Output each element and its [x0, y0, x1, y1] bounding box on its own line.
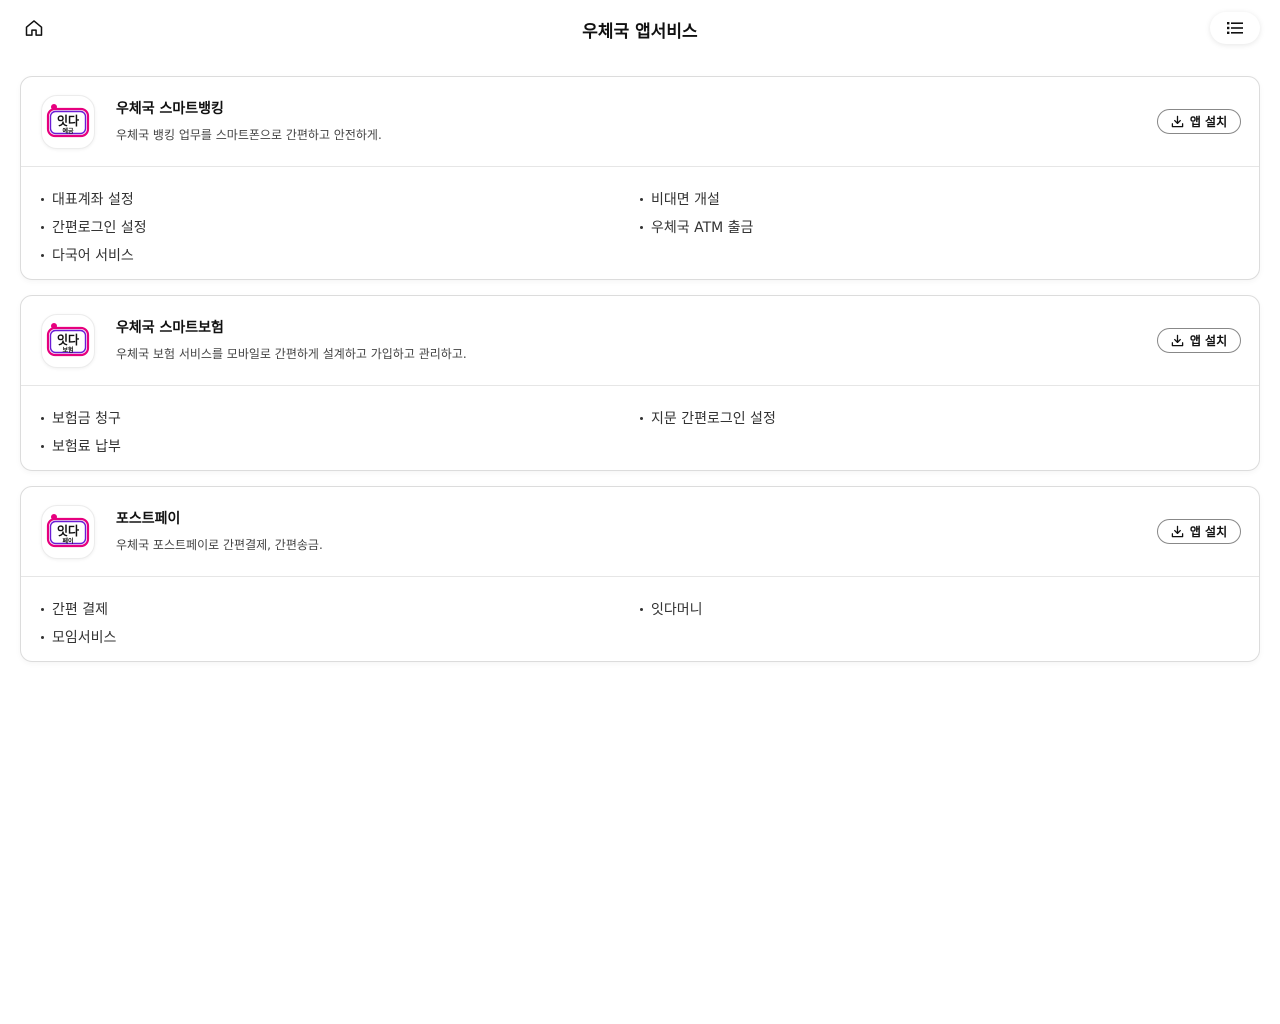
feature-list: 대표계좌 설정 비대면 개설 간편로그인 설정 우체국 ATM 출금 다국어 서…	[21, 167, 1259, 279]
install-button-label: 앱 설치	[1189, 115, 1228, 129]
app-card-list: 잇다 예금 우체국 스마트뱅킹 우체국 뱅킹 업무를 스마트폰으로 간편하고 안…	[20, 76, 1260, 677]
bullet-icon	[640, 416, 643, 420]
bullet-icon	[41, 197, 44, 201]
menu-button[interactable]	[1210, 12, 1260, 44]
feature-item[interactable]: 비대면 개설	[640, 185, 1239, 213]
install-app-button[interactable]: 앱 설치	[1157, 109, 1241, 134]
app-name: 우체국 스마트보험	[116, 320, 224, 336]
svg-text:잇다: 잇다	[57, 332, 79, 347]
bullet-icon	[41, 607, 44, 611]
svg-text:잇다: 잇다	[57, 113, 79, 128]
download-icon	[1171, 334, 1184, 347]
page-title: 우체국 앱서비스	[582, 22, 698, 42]
bullet-icon	[41, 635, 44, 639]
feature-item[interactable]: 보험료 납부	[41, 432, 640, 460]
app-card-postpay: 잇다 페이 포스트페이 우체국 포스트페이로 간편결제, 간편송금. 앱 설치 …	[20, 486, 1260, 662]
bullet-icon	[41, 416, 44, 420]
feature-list: 간편 결제 잇다머니 모임서비스	[21, 577, 1259, 661]
svg-text:보험: 보험	[62, 346, 73, 354]
itda-pay-app-icon: 잇다 페이	[41, 505, 95, 559]
app-description: 우체국 포스트페이로 간편결제, 간편송금.	[116, 538, 323, 552]
feature-item[interactable]: 간편 결제	[41, 595, 640, 623]
feature-item[interactable]: 지문 간편로그인 설정	[640, 404, 1239, 432]
app-card-header: 잇다 페이 포스트페이 우체국 포스트페이로 간편결제, 간편송금. 앱 설치	[21, 487, 1259, 577]
svg-text:잇다: 잇다	[57, 523, 79, 538]
feature-item[interactable]: 다국어 서비스	[41, 241, 640, 269]
bullet-icon	[640, 225, 643, 229]
app-name: 포스트페이	[116, 511, 181, 527]
feature-item[interactable]: 우체국 ATM 출금	[640, 213, 1239, 241]
feature-item[interactable]: 대표계좌 설정	[41, 185, 640, 213]
app-card-header: 잇다 예금 우체국 스마트뱅킹 우체국 뱅킹 업무를 스마트폰으로 간편하고 안…	[21, 77, 1259, 167]
install-button-label: 앱 설치	[1189, 525, 1228, 539]
bullet-icon	[41, 225, 44, 229]
app-name: 우체국 스마트뱅킹	[116, 101, 224, 117]
feature-item[interactable]: 잇다머니	[640, 595, 1239, 623]
app-card-smart-banking: 잇다 예금 우체국 스마트뱅킹 우체국 뱅킹 업무를 스마트폰으로 간편하고 안…	[20, 76, 1260, 280]
svg-text:페이: 페이	[62, 537, 73, 545]
install-app-button[interactable]: 앱 설치	[1157, 328, 1241, 353]
bullet-icon	[41, 444, 44, 448]
install-button-label: 앱 설치	[1189, 334, 1228, 348]
feature-item[interactable]: 간편로그인 설정	[41, 213, 640, 241]
svg-text:예금: 예금	[62, 127, 74, 135]
bullet-icon	[640, 197, 643, 201]
app-description: 우체국 보험 서비스를 모바일로 간편하게 설계하고 가입하고 관리하고.	[116, 347, 467, 361]
header: 우체국 앱서비스	[0, 0, 1280, 56]
install-app-button[interactable]: 앱 설치	[1157, 519, 1241, 544]
app-description: 우체국 뱅킹 업무를 스마트폰으로 간편하고 안전하게.	[116, 128, 382, 142]
download-icon	[1171, 525, 1184, 538]
download-icon	[1171, 115, 1184, 128]
feature-list: 보험금 청구 지문 간편로그인 설정 보험료 납부	[21, 386, 1259, 470]
feature-item[interactable]: 보험금 청구	[41, 404, 640, 432]
list-icon	[1227, 22, 1243, 34]
bullet-icon	[640, 607, 643, 611]
bullet-icon	[41, 253, 44, 257]
app-card-smart-insurance: 잇다 보험 우체국 스마트보험 우체국 보험 서비스를 모바일로 간편하게 설계…	[20, 295, 1260, 471]
feature-item[interactable]: 모임서비스	[41, 623, 640, 651]
itda-deposit-app-icon: 잇다 예금	[41, 95, 95, 149]
app-card-header: 잇다 보험 우체국 스마트보험 우체국 보험 서비스를 모바일로 간편하게 설계…	[21, 296, 1259, 386]
itda-insurance-app-icon: 잇다 보험	[41, 314, 95, 368]
